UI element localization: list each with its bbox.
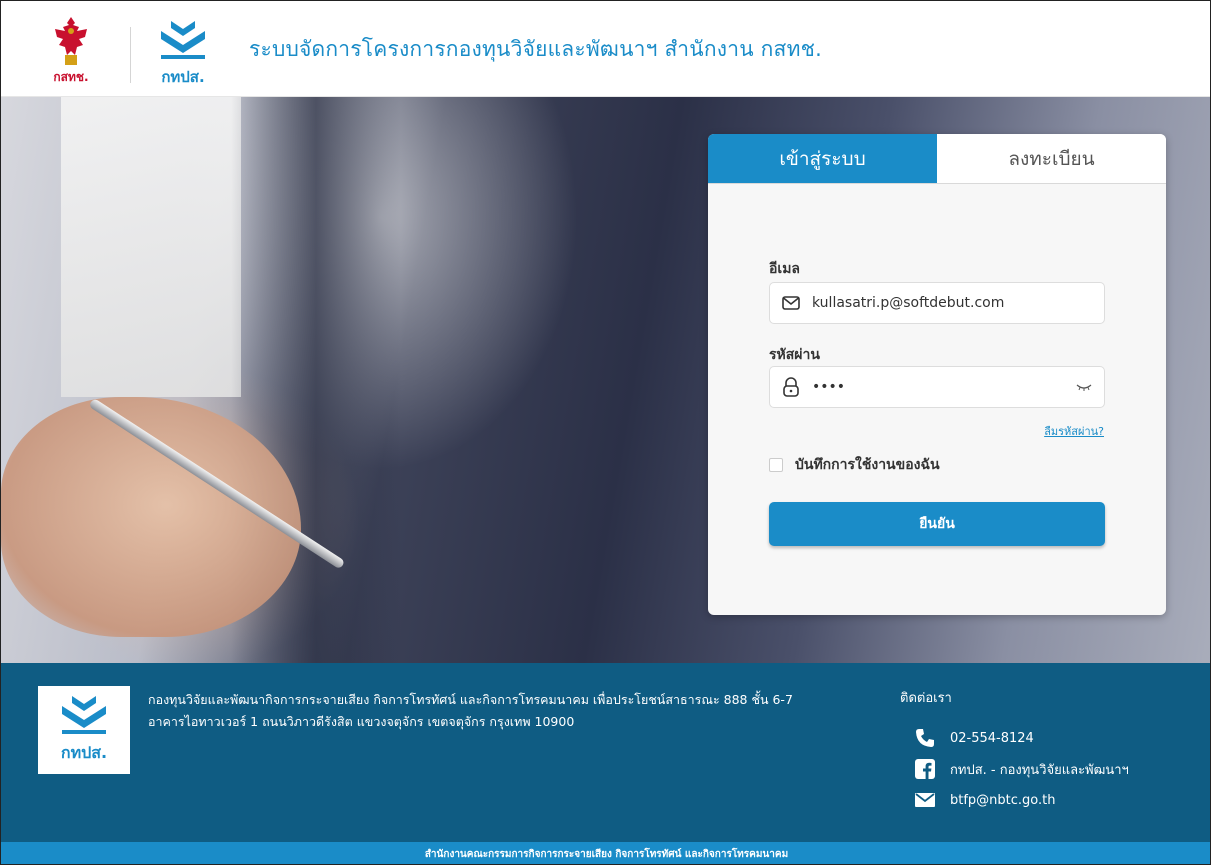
hero-shirt	[61, 97, 241, 397]
email-label: อีเมล	[769, 261, 801, 277]
btfp-logo[interactable]: กทปส.	[153, 17, 213, 89]
envelope-icon	[770, 282, 812, 324]
submit-button[interactable]: ยืนยัน	[769, 502, 1105, 546]
footer-logo-label: กทปส.	[60, 743, 108, 762]
garuda-emblem-icon	[55, 17, 87, 65]
email-value: kullasatri.p@softdebut.com	[812, 295, 1005, 311]
tab-login[interactable]: เข้าสู่ระบบ	[708, 134, 937, 183]
nbtc-logo[interactable]: กสทช.	[49, 15, 93, 87]
tab-register[interactable]: ลงทะเบียน	[937, 134, 1166, 183]
contact-facebook[interactable]: กทปส. - กองทุนวิจัยและพัฒนาฯ	[914, 758, 1129, 780]
contact-email-address: btfp@nbtc.go.th	[950, 792, 1056, 808]
bottom-bar: สำนักงานคณะกรรมการกิจการกระจายเสียง กิจก…	[1, 842, 1210, 864]
login-card: เข้าสู่ระบบ ลงทะเบียน อีเมล kullasatri.p…	[708, 134, 1166, 615]
phone-icon	[914, 727, 936, 749]
phone-number: 02-554-8124	[950, 730, 1034, 746]
password-field[interactable]: ••••	[769, 366, 1105, 408]
page-title: ระบบจัดการโครงการกองทุนวิจัยและพัฒนาฯ สำ…	[249, 37, 822, 61]
footer-chevron-icon	[62, 696, 106, 734]
facebook-icon	[914, 758, 936, 780]
email-field[interactable]: kullasatri.p@softdebut.com	[769, 282, 1105, 324]
facebook-name: กทปส. - กองทุนวิจัยและพัฒนาฯ	[950, 762, 1129, 778]
nbtc-logo-label: กสทช.	[53, 70, 89, 84]
remember-me: บันทึกการใช้งานของฉัน	[769, 454, 940, 476]
remember-me-checkbox[interactable]	[769, 458, 783, 472]
site-header: กสทช. กทปส. ระบบจัดการโครงการกองทุนวิจัย…	[1, 1, 1210, 97]
footer-btfp-logo: กทปส.	[38, 686, 130, 774]
site-footer: กทปส. กองทุนวิจัยและพัฒนากิจการกระจายเสี…	[1, 663, 1210, 842]
lock-icon	[770, 366, 812, 408]
mail-icon	[914, 789, 936, 811]
password-value: ••••	[812, 379, 846, 395]
login-tabs: เข้าสู่ระบบ ลงทะเบียน	[708, 134, 1166, 184]
remember-me-label: บันทึกการใช้งานของฉัน	[795, 457, 940, 473]
password-label: รหัสผ่าน	[769, 347, 820, 363]
page: กสทช. กทปส. ระบบจัดการโครงการกองทุนวิจัย…	[0, 0, 1211, 865]
header-divider	[130, 27, 131, 83]
footer-address: กองทุนวิจัยและพัฒนากิจการกระจายเสียง กิจ…	[148, 692, 793, 729]
btfp-logo-label: กทปส.	[161, 68, 205, 86]
forgot-password-link[interactable]: ลืมรหัสผ่าน?	[1044, 422, 1104, 440]
contact-email[interactable]: btfp@nbtc.go.th	[914, 789, 1056, 811]
contact-phone[interactable]: 02-554-8124	[914, 727, 1034, 749]
contact-title: ติดต่อเรา	[900, 691, 952, 706]
btfp-chevron-icon	[161, 21, 205, 59]
eye-closed-icon[interactable]	[1064, 366, 1104, 408]
